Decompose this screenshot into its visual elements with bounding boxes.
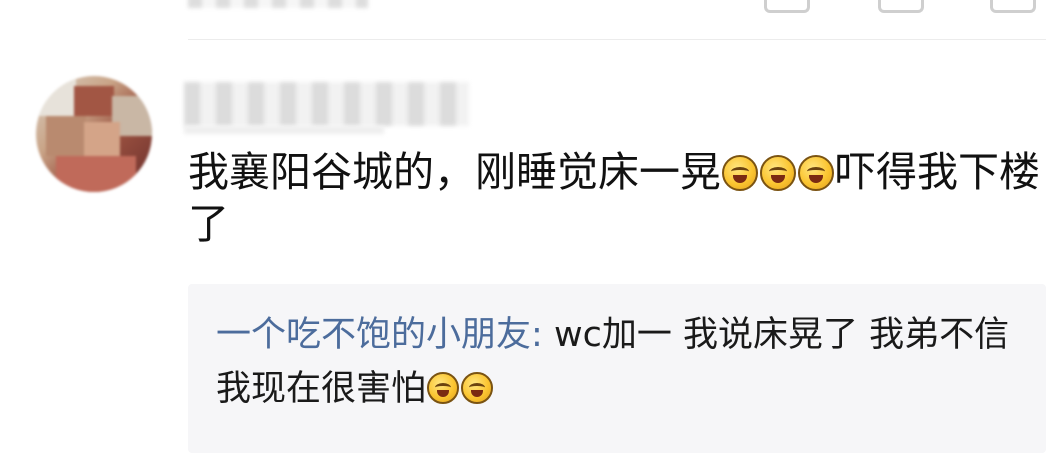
comment-body: 我襄阳谷城的，刚睡觉床一晃 吓得我下楼了 <box>188 146 1046 250</box>
laugh-cry-icon <box>461 372 494 404</box>
blurred-username[interactable] <box>184 82 469 126</box>
reply-box[interactable]: 一个吃不饱的小朋友: wc加一 我说床晃了 我弟不信 我现在很害怕 <box>188 284 1046 453</box>
comment-icon[interactable] <box>878 0 924 13</box>
reply-separator: : <box>531 315 543 355</box>
comment-text-part1: 我襄阳谷城的，刚睡觉床一晃 <box>188 148 721 196</box>
blurred-username-shadow <box>184 126 384 134</box>
share-icon[interactable] <box>764 0 810 13</box>
laugh-cry-icon <box>427 372 460 404</box>
laugh-cry-icon <box>722 155 758 191</box>
reply-body: 一个吃不饱的小朋友: wc加一 我说床晃了 我弟不信 我现在很害怕 <box>216 308 1026 416</box>
reply-username[interactable]: 一个吃不饱的小朋友 <box>216 315 531 355</box>
like-icon[interactable] <box>990 0 1036 13</box>
divider <box>188 39 1046 40</box>
laugh-cry-icon <box>798 155 834 191</box>
laugh-cry-icon <box>760 155 796 191</box>
blurred-date <box>188 0 368 8</box>
previous-comment-footer <box>0 0 1046 40</box>
avatar[interactable] <box>36 76 152 192</box>
